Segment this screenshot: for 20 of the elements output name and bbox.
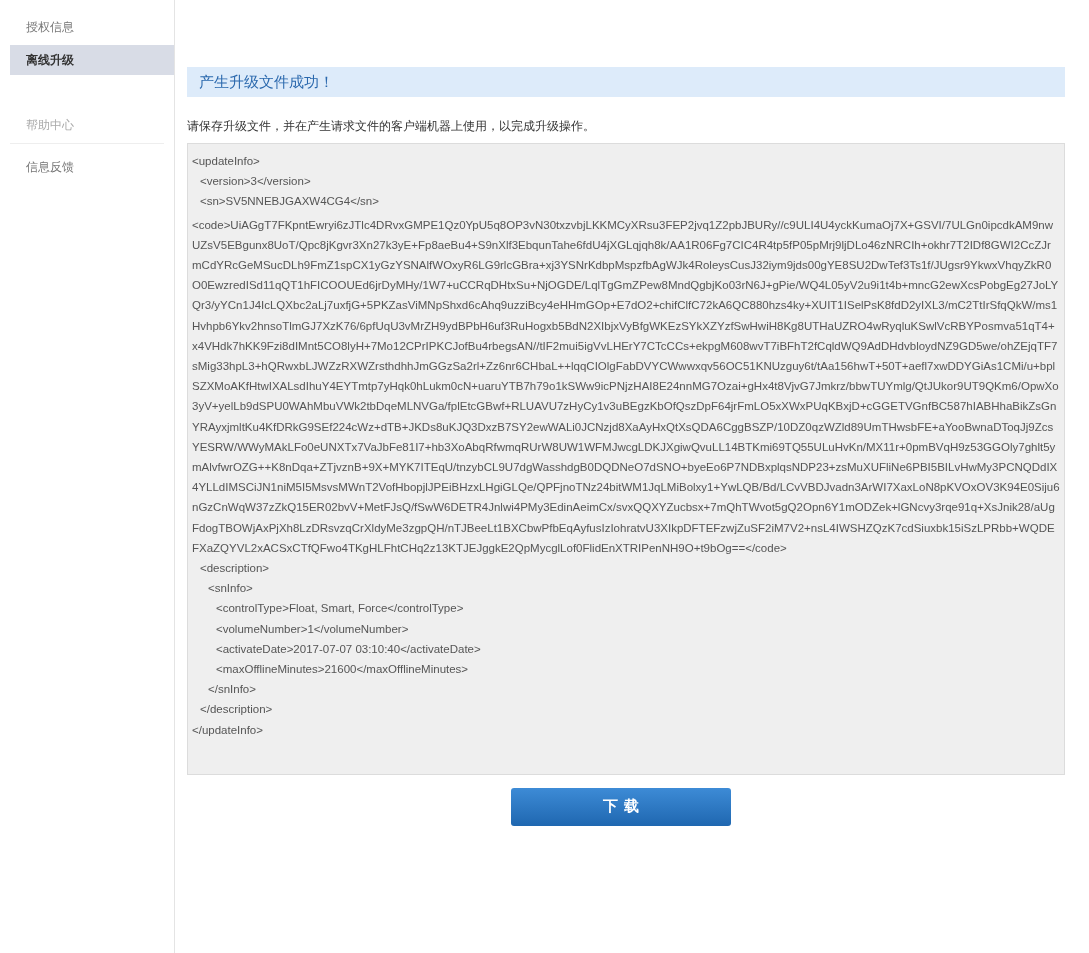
xml-line: <description> [200,562,270,575]
xml-line: <sn>SV5NNEBJGAXW4CG4</sn> [200,195,379,208]
sidebar-item[interactable]: 授权信息 [10,12,174,42]
sidebar-heading: 帮助中心 [10,115,164,144]
xml-line: </updateInfo> [192,723,263,736]
success-banner: 产生升级文件成功！ [187,67,1065,97]
sidebar-item[interactable]: 信息反馈 [10,152,174,182]
download-button[interactable]: 下 载 [511,787,731,826]
xml-line: </description> [200,703,273,716]
xml-line: <version>3</version> [200,175,311,188]
xml-line: <controlType>Float, Smart, Force</controlType> [216,602,464,615]
xml-line: <volumeNumber>1</volumeNumber> [216,622,409,635]
xml-line: </snInfo> [208,683,256,696]
xml-line: <updateInfo> [192,155,260,167]
instruction-text: 请保存升级文件，并在产生请求文件的客户端机器上使用，以完成升级操作。 [187,119,596,134]
xml-line: <code>UiAGgT7FKpntEwryi6zJTlc4DRvxGMPE1Qz0YpU5q8OP3vN30txzvbjLKKMCyXRsu3FEP2jvq1Z2pbJBURy//c9ULI4U4yckKumaOj7X+GSVI/7ULGn0ipcdkAM9nwUZsV5EBgunx8UoT/Qpc8jKgvr3Xn27k3yE+Fp8aeBu4+S9nXlf3EbqunTahe6fdU4jXGLqjqh8k/AA1R06Fg7CIC4R4tp5fP05pMrj9ljDLo46zNRCIh+okhr7T2IDf8GWI2CcZJrmCdYRcGeMSucDLh9FmZ1spCX1yGzYSNAlfWOxyR6LG9rlcGBra+xj3YSNrKdbpMspzfbAgWJk4RoleysCusJ32iym9jds00gYE8SU2DwTef3Ts1f/JUgsr9YkwxVhqyZkR0O0EwzredISd11qQT1hFICOOUEd6jrDyMHy/1W7+uCCRqDHtxSu+NjOGDE/LqlTgGmZPew8MndQgbjKo03rN6J+gPie/WQ4L05yV2u9i1t4b+mncG2ewXcsPobgEg27JoLYQr3/yYCn1J4IcLQXbc2aLj7uxfjG+5PKZasViMNpShxd6cAhq9uzziBcy4eHHmGOp+E7dO2+chifClfC72kA6QC880hzs4ky+XUIT1ISelPsK8fdD2yIXL3/mC2TtIrSfqQkW/ms1Hvhpb6Ykv2hnsoTlmGJ7XzK76/6pfUqU3vMrZH9ydBPbH6uf3RuHogxb5BdN2XIbjxVyBfgWKEzSYkXZYzfSwHwiH8Kg8UTHaUZRO4wRyqluKSwlVcRBYPosmva51qT4+x4VHdk7hKK9Fzi8dIMnt5CO8lyH+7Mo12CPrIPKCJofBu4rbegsAN//tIF2mui5igVvLHErY7CTcCCs+ekpgM608wvT7iBFhT2fCqldWQ9AdDHdvbloydNZ9GD5we/ohZEjqTF7sMig33hpL3+hQRwxbLJWZzRXWZrsthdhhJmGGzSa2rl+Zz6nr6CHbaL++lqqCIOlgFabDVYCWwwxqv56OC51KNUzguy6t/tAa156hwT+50T+aefl7xwDDYGiAs1CMi/u+bplSZXMoAKfHtwIXALsdIhuY4EYTmtp7yHqk0hLukm0cN+uaruYTB7h79o1kSWw9icPNjzHAI8E24nnMG7Ozai+gHx4t8VjvG7Jmkrz/bbwTUYmlg/QtJUkor9UT9QKm6/OpwXo3yV+yelLb9dSPU0WAhMbuVWk2tbDqeMLNVGa/fplEtcGBwf+RLUAVU7zHyCy1v3uBEgzKbOfQszDpF64jrFmLO5xXWxPUqKBxjD+cGGETVGnfBC587hIABHhaBikZsGnYRAyxjmltKu4KfDRkG9SEf224cWz+dTB+JKDs8uKJQ3DxzB7SY2ewWALi0JCNzjd8XaAyHxQtXsQDA6CggBSZP/10DZ0qzWZld89UmTHwsbFE+aYooBwnaDToqJj9ZcsYESRW/WWyMAkLFo0eUNXTx7VaJbFe81I7+hb3XoAbqRfwmqRUrW8UW1WFMJwcgLDKJXgiwQvuLL14BTKmi69TQ55ULuHvKn/MX11r+0pmBVqH9z53GGOly7ghlt5ymAlvfwrOZG++K8nDqa+ZTjvznB+9X+MYK7ITEqU/tnzybCL9U7dgWasshdgB0DQDNeO7dSNO+byeEo6P7NDBxplqsNDP23+zsMuXUFliNe6PBI5BILvHwMy3PCNQDdIX4YLLdIMSCiJN1niM5I5MsvsMWnT2VofHbopjlJPEiBHzxLHgiGLQe/QPFjnoTNz24bitWM1JqLMiBolxy1+YwLQB/Bd/LCvVBDJvadn3ArWI7XaxLoN8pKVOxOV3K94E0Siju6nGzCnWqW37zZkQ15ER02bvV+MetFJsQ/fSwW6DETR4Jnlwi4PMy3EdinAeimCx/svxQQXYZucbsx+7mQhTWvot5gQ2Opn6Y1mODZek+lGNcvy3rqe91q+XsJnik28/aUgFdogTBOWjAxPjXh8LzDRsvzqCrXldyMe3zgpQH/nTJBeeLt1BXCbwPfbEqAyfusIzIohratvU3XIkpDFTEFzwjZuSF2iM7V2+nsL4IWSHZQzK7cdSiuxbk15iSzLPRbb+WQDEFXaZQYVL2xACSxCTfQFwo4TKgHLFhtCHq2z13KTJEJggkE2QpMycglLof0FlidEnXTRIPenNH9O+t9bOg==</code> [192,218,1060,554]
xml-line: <activateDate>2017-07-07 03:10:40</activateDate> [216,642,481,655]
xml-line: <maxOfflineMinutes>21600</maxOfflineMinutes> [216,663,469,676]
sidebar-item[interactable]: 离线升级 [10,45,174,75]
xml-line: <snInfo> [208,582,253,595]
